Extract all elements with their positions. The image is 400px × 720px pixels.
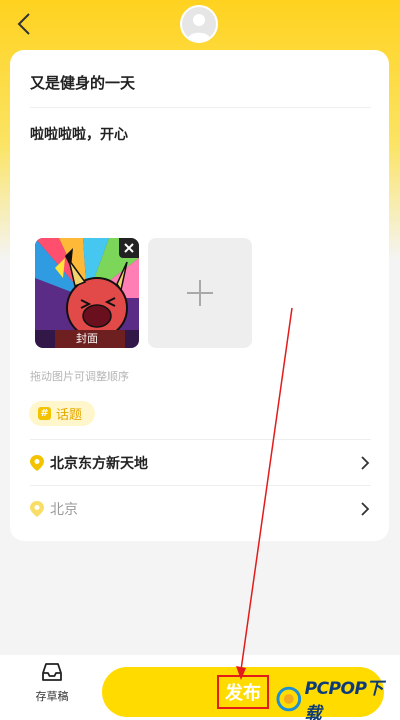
image-thumbnail[interactable]: 封面 <box>35 238 139 348</box>
divider <box>30 485 371 486</box>
location-pin-icon <box>30 455 44 471</box>
inbox-icon <box>42 663 62 681</box>
publish-label: 发布 <box>217 675 269 709</box>
topic-button[interactable]: # 话题 <box>29 401 95 426</box>
chevron-left-icon <box>17 13 30 35</box>
location-city-label: 北京 <box>50 502 78 518</box>
avatar[interactable] <box>180 5 218 43</box>
watermark: PCPOP下载 <box>276 679 398 720</box>
chevron-right-icon <box>361 502 370 516</box>
location-pin-icon <box>30 501 44 517</box>
location-place-row[interactable]: 北京东方新天地 <box>30 441 371 485</box>
post-body-input[interactable]: 啦啦啦啦，开心 <box>30 124 370 148</box>
plus-icon <box>187 280 213 306</box>
topic-label: 话题 <box>56 408 83 423</box>
save-draft-button[interactable]: 存草稿 <box>24 662 80 716</box>
watermark-logo-icon <box>276 686 302 712</box>
location-place-label: 北京东方新天地 <box>50 456 148 472</box>
back-button[interactable] <box>12 10 36 38</box>
cover-label: 封面 <box>35 330 139 348</box>
chevron-right-icon <box>361 456 370 470</box>
watermark-text: PCPOP下载 <box>304 679 384 720</box>
post-editor-card: 又是健身的一天 啦啦啦啦，开心 封面 拖动图片可调整顺序 # 话题 北京东方新天… <box>10 50 389 541</box>
divider <box>30 107 371 108</box>
location-city-row[interactable]: 北京 <box>30 487 371 531</box>
user-avatar-icon <box>182 7 216 41</box>
save-draft-label: 存草稿 <box>35 690 69 703</box>
divider <box>30 439 371 440</box>
close-icon <box>124 243 134 253</box>
add-image-button[interactable] <box>148 238 252 348</box>
post-title-input[interactable]: 又是健身的一天 <box>30 72 370 96</box>
hashtag-icon: # <box>38 407 51 420</box>
remove-image-button[interactable] <box>119 238 139 258</box>
reorder-hint: 拖动图片可调整顺序 <box>30 370 129 383</box>
